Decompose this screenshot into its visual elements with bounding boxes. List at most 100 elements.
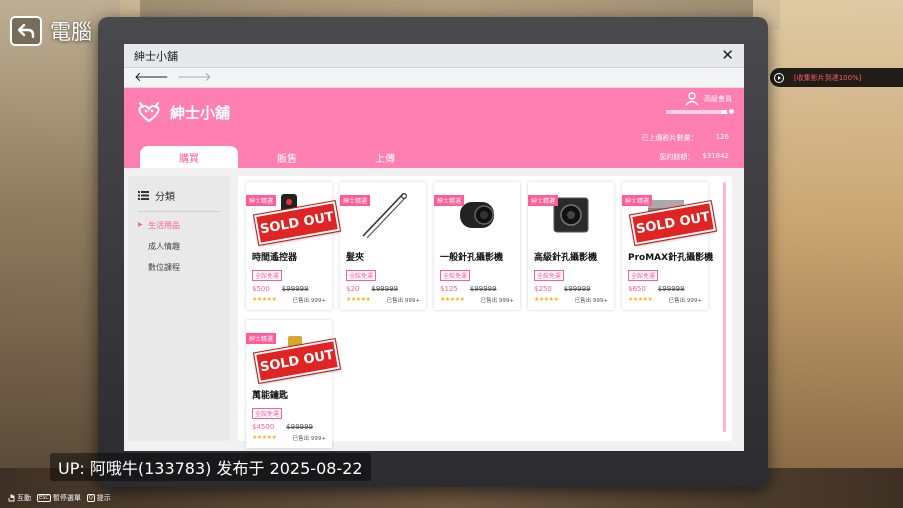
shop-header: 紳士小舖 高級會員 已上傳影片數量： 126 您的餘額： $31842 購買 販…	[124, 88, 744, 168]
product-card[interactable]: 紳士精選 髮夾 全館免運 $20 $99999 ★★★★★ 已售出 999+	[340, 182, 426, 310]
category-heading-label: 分類	[155, 192, 175, 203]
balance-label: 您的餘額：	[659, 153, 695, 161]
nav-bar: 🡐 🡒	[124, 68, 744, 88]
devil-heart-logo-icon	[138, 102, 160, 123]
product-tag: 紳士精選	[246, 195, 277, 206]
product-image: 紳士精選 SOLD OUT	[246, 186, 342, 247]
product-card[interactable]: 紳士精選 高級針孔攝影機 全館免運 $250 $99999 ★★★★★ 已售出 …	[528, 182, 614, 310]
product-title: 髮夾	[346, 253, 365, 263]
hint-pause: ESC 暫停選單	[37, 493, 81, 503]
free-shipping-badge: 全館免運	[534, 270, 565, 281]
free-shipping-badge: 全館免運	[346, 270, 377, 281]
product-grid: 紳士精選 SOLD OUT 時間遙控器 全館免運 $500 $99999 ★★★…	[246, 182, 724, 448]
sidebar-item-daily[interactable]: 生活用品	[138, 220, 220, 231]
sold-count: 已售出 999+	[668, 298, 702, 304]
product-price: $500	[252, 285, 270, 293]
sold-count: 已售出 999+	[292, 436, 326, 442]
product-title: 時間遙控器	[252, 253, 298, 263]
uploaded-value: 126	[715, 133, 729, 141]
nav-forward-icon[interactable]: 🡒	[177, 71, 212, 84]
free-shipping-badge: 全館免運	[628, 270, 659, 281]
shop-logo: 紳士小舖	[136, 100, 230, 124]
nav-back-icon[interactable]: 🡐	[134, 71, 169, 84]
rating-stars: ★★★★★	[252, 434, 277, 441]
uploaded-label: 已上傳影片數量：	[641, 134, 698, 142]
quest-text: [收集影片到達100%]	[794, 73, 862, 82]
q-key-icon: Q	[86, 494, 95, 502]
page-title: 電腦	[50, 20, 92, 44]
product-card[interactable]: 紳士精選 SOLD OUT 時間遙控器 全館免運 $500 $99999 ★★★…	[246, 182, 342, 310]
product-price: $4500	[252, 423, 275, 431]
product-old-price: $99999	[469, 285, 497, 293]
quest-tracker: [收集影片到達100%]	[770, 68, 903, 87]
member-progress-bar	[666, 107, 736, 116]
control-hints: 互動 ESC 暫停選單 Q 提示	[8, 493, 111, 503]
balance-value: $31842	[702, 152, 729, 160]
window-title: 紳士小舖	[134, 49, 178, 63]
product-image: 紳士精選	[340, 186, 420, 244]
product-card[interactable]: 紳士精選 SOLD OUT ProMAX針孔攝影機 全館免運 $650 $999…	[622, 182, 718, 310]
product-old-price: $99999	[657, 285, 685, 293]
hint-label: 互動	[17, 494, 31, 502]
product-old-price: $99999	[286, 423, 314, 431]
tab-buy[interactable]: 購買	[140, 146, 238, 168]
uploader-overlay: UP: 阿哦牛(133783) 发布于 2025-08-22	[50, 453, 371, 481]
sidebar-item-adult[interactable]: 成人情趣	[138, 241, 220, 252]
member-avatar-icon	[685, 92, 699, 106]
product-card[interactable]: 紳士精選 一般針孔攝影機 全館免運 $125 $99999 ★★★★★ 已售出 …	[434, 182, 520, 310]
free-shipping-badge: 全館免運	[252, 408, 283, 419]
sidebar-divider	[138, 211, 220, 212]
hint-label: 暫停選單	[52, 494, 81, 502]
category-heading: 分類	[138, 188, 220, 203]
back-button[interactable]	[10, 16, 42, 46]
member-progress-fill	[666, 110, 723, 114]
product-price: $650	[628, 285, 646, 293]
shop-name: 紳士小舖	[170, 103, 231, 122]
product-old-price: $99999	[281, 285, 309, 293]
product-tag: 紳士精選	[528, 195, 559, 206]
product-card[interactable]: 紳士精選 SOLD OUT 萬能鑰匙 全館免運 $4500 $99999 ★★★…	[246, 320, 342, 448]
product-scrollbar[interactable]	[723, 182, 726, 432]
shop-content: 分類 生活用品 成人情趣 數位課程 紳士精選 SO	[124, 168, 744, 451]
browser-window: 紳士小舖 ✕ 🡐 🡒 紳士小舖 高級會員 已上傳影片數量： 126 您的餘額： …	[124, 44, 744, 451]
uploaded-count: 已上傳影片數量： 126	[642, 133, 729, 143]
product-title: 萬能鑰匙	[252, 391, 289, 401]
rating-stars: ★★★★★	[346, 296, 371, 303]
back-arrow-icon	[17, 23, 35, 39]
sold-count: 已售出 999+	[386, 298, 420, 304]
list-icon	[138, 191, 149, 200]
hint-interact: 互動	[8, 493, 31, 503]
free-shipping-badge: 全館免運	[252, 270, 283, 281]
play-triangle-icon	[774, 72, 784, 83]
rating-stars: ★★★★★	[440, 296, 465, 303]
window-titlebar: 紳士小舖 ✕	[124, 44, 744, 68]
tab-sell[interactable]: 販售	[238, 146, 336, 168]
member-level: 高級會員	[704, 95, 732, 103]
product-image: 紳士精選 SOLD OUT	[246, 324, 342, 385]
shop-tabs: 購買 販售 上傳	[140, 146, 434, 168]
product-old-price: $99999	[371, 285, 399, 293]
free-shipping-badge: 全館免運	[440, 270, 471, 281]
sold-count: 已售出 999+	[480, 298, 514, 304]
product-image: 紳士精選 SOLD OUT	[622, 186, 718, 247]
sold-count: 已售出 999+	[292, 298, 326, 304]
member-box: 高級會員	[652, 92, 736, 116]
product-tag: 紳士精選	[340, 195, 371, 206]
sold-count: 已售出 999+	[574, 298, 608, 304]
tab-upload[interactable]: 上傳	[336, 146, 434, 168]
hint-label: 提示	[96, 494, 111, 502]
product-tag: 紳士精選	[622, 195, 653, 206]
sidebar-item-courses[interactable]: 數位課程	[138, 262, 220, 273]
product-tag: 紳士精選	[434, 195, 465, 206]
hint-tips: Q 提示	[86, 493, 111, 503]
product-tag: 紳士精選	[246, 333, 277, 344]
product-price: $250	[534, 285, 552, 293]
rating-stars: ★★★★★	[252, 296, 277, 303]
balance: 您的餘額： $31842	[659, 152, 729, 162]
close-button[interactable]: ✕	[721, 48, 734, 63]
rating-stars: ★★★★★	[534, 296, 559, 303]
product-title: ProMAX針孔攝影機	[628, 253, 714, 263]
product-title: 一般針孔攝影機	[440, 253, 504, 263]
category-sidebar: 分類 生活用品 成人情趣 數位課程	[128, 176, 230, 441]
hand-icon	[8, 494, 15, 502]
